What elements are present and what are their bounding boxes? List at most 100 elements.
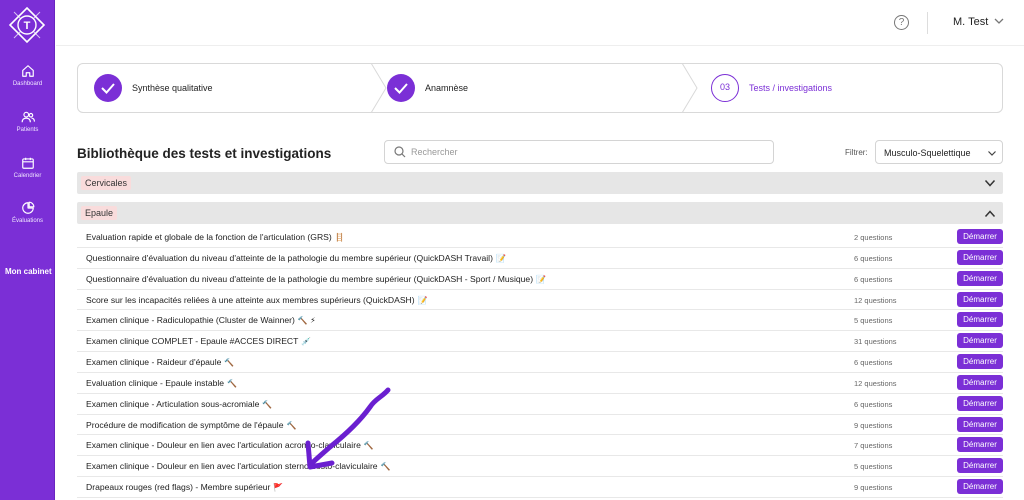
question-count: 6 questions xyxy=(854,358,893,368)
search-box[interactable] xyxy=(384,140,774,164)
step-label: Anamnèse xyxy=(425,83,469,93)
sidebar-item-evaluations[interactable]: Évaluations xyxy=(0,201,55,224)
question-count: 12 questions xyxy=(854,378,897,388)
start-button[interactable]: Démarrer xyxy=(957,270,1003,286)
category-header-cervicales[interactable]: Cervicales xyxy=(77,172,1003,194)
sidebar-item-mon-cabinet[interactable]: Mon cabinet xyxy=(5,267,52,276)
category-tag: Epaule xyxy=(81,206,118,220)
test-name: Examen clinique COMPLET - Epaule #ACCES … xyxy=(86,336,312,347)
page-title: Bibliothèque des tests et investigations xyxy=(77,146,332,161)
home-icon xyxy=(21,65,34,77)
hammer-icon: 🔨 xyxy=(227,378,238,388)
step-done-marker xyxy=(387,74,415,102)
test-name: Questionnaire d'évaluation du niveau d'a… xyxy=(86,273,547,284)
step-label: Synthèse qualitative xyxy=(132,83,213,93)
hammer-icon: 🔨 xyxy=(286,420,297,430)
sidebar-item-patients[interactable]: Patients xyxy=(0,110,55,133)
start-button[interactable]: Démarrer xyxy=(957,374,1003,390)
filter-label: Filtrer: xyxy=(845,148,868,157)
test-name: Examen clinique - Raideur d'épaule 🔨 xyxy=(86,357,235,368)
start-button[interactable]: Démarrer xyxy=(957,291,1003,307)
test-row: Examen clinique - Articulation sous-acro… xyxy=(77,394,1003,415)
step-label: Tests / investigations xyxy=(749,83,833,93)
chevron-down-icon xyxy=(984,179,996,187)
hammer-icon: 🔨 xyxy=(224,358,235,368)
start-button[interactable]: Démarrer xyxy=(957,458,1003,474)
ladder-icon: 🪜 xyxy=(334,233,345,242)
sidebar: T Dashboard Patients Calendrier Évaluati… xyxy=(0,0,55,500)
step-number: 03 xyxy=(711,74,739,102)
test-row: Evaluation rapide et globale de la fonct… xyxy=(77,227,1003,248)
sidebar-item-dashboard[interactable]: Dashboard xyxy=(0,64,55,87)
test-row: Evaluation clinique - Epaule instable 🔨 12… xyxy=(77,373,1003,394)
step-tests-investigations[interactable]: 03 Tests / investigations xyxy=(708,64,1002,112)
test-name: Evaluation clinique - Epaule instable 🔨 xyxy=(86,377,238,388)
start-button[interactable]: Démarrer xyxy=(957,312,1003,328)
help-icon[interactable]: ? xyxy=(894,15,909,30)
test-row: Examen clinique COMPLET - Epaule #ACCES … xyxy=(77,331,1003,353)
progress-stepper: Synthèse qualitative Anamnèse 03 Tests /… xyxy=(77,63,1003,113)
filter-value: Musculo-Squelettique xyxy=(884,148,971,158)
start-button[interactable]: Démarrer xyxy=(957,333,1003,349)
red-flag-icon: 🚩 xyxy=(273,483,284,493)
start-button[interactable]: Démarrer xyxy=(957,479,1003,495)
sidebar-item-calendrier[interactable]: Calendrier xyxy=(0,156,55,179)
syringe-icon: 💉 xyxy=(301,337,312,347)
start-button[interactable]: Démarrer xyxy=(957,229,1003,244)
filter-select[interactable]: Musculo-Squelettique xyxy=(875,140,1003,164)
test-name: Procédure de modification de symptôme de… xyxy=(86,419,297,430)
test-row: Score sur les incapacités reliées à une … xyxy=(77,290,1003,311)
logo-icon: T xyxy=(8,6,46,44)
step-synthese-qualitative[interactable]: Synthèse qualitative xyxy=(78,64,378,112)
category-tag: Cervicales xyxy=(81,176,132,190)
start-button[interactable]: Démarrer xyxy=(957,395,1003,411)
hammer-lightning-icon: 🔨 ⚡ xyxy=(297,316,316,326)
chevron-down-icon[interactable] xyxy=(993,15,1005,27)
users-icon xyxy=(21,111,35,123)
start-button[interactable]: Démarrer xyxy=(957,249,1003,265)
question-count: 12 questions xyxy=(854,295,897,305)
step-done-marker xyxy=(94,74,122,102)
category-header-epaule[interactable]: Epaule xyxy=(77,202,1003,224)
test-name: Examen clinique - Radiculopathie (Cluste… xyxy=(86,315,316,326)
memo-icon: 📝 xyxy=(536,274,547,284)
question-count: 6 questions xyxy=(854,274,893,284)
sidebar-item-label: Calendrier xyxy=(13,173,42,179)
test-row: Procédure de modification de symptôme de… xyxy=(77,415,1003,436)
question-count: 5 questions xyxy=(854,316,893,326)
check-icon xyxy=(394,83,408,94)
memo-icon: 📝 xyxy=(495,253,506,263)
test-row: Examen clinique - Douleur en lien avec l… xyxy=(77,456,1003,478)
user-menu-name[interactable]: M. Test xyxy=(953,16,988,28)
hammer-icon: 🔨 xyxy=(262,399,273,409)
test-row: Drapeaux rouges (red flags) - Membre sup… xyxy=(77,477,1003,498)
question-count: 9 questions xyxy=(854,420,893,430)
question-count: 5 questions xyxy=(854,462,893,472)
test-list: Evaluation rapide et globale de la fonct… xyxy=(77,227,1003,498)
test-name: Score sur les incapacités reliées à une … xyxy=(86,294,428,305)
test-row: Questionnaire d'évaluation du niveau d'a… xyxy=(77,269,1003,290)
start-button[interactable]: Démarrer xyxy=(957,437,1003,453)
calendar-icon xyxy=(21,157,34,169)
memo-icon: 📝 xyxy=(417,295,428,305)
start-button[interactable]: Démarrer xyxy=(957,354,1003,370)
check-icon xyxy=(101,83,115,94)
search-input[interactable] xyxy=(411,144,761,160)
svg-text:T: T xyxy=(24,20,31,32)
sidebar-item-label: Dashboard xyxy=(12,81,43,87)
start-button[interactable]: Démarrer xyxy=(957,416,1003,432)
question-count: 7 questions xyxy=(854,441,893,451)
question-count: 6 questions xyxy=(854,399,893,409)
step-anamnese[interactable]: Anamnèse xyxy=(383,64,683,112)
test-row: Examen clinique - Douleur en lien avec l… xyxy=(77,435,1003,457)
chevron-down-icon xyxy=(988,151,996,156)
question-count: 2 questions xyxy=(854,233,893,242)
test-row: Examen clinique - Radiculopathie (Cluste… xyxy=(77,310,1003,332)
pie-chart-icon xyxy=(21,201,34,214)
question-count: 31 questions xyxy=(854,337,897,347)
test-row: Questionnaire d'évaluation du niveau d'a… xyxy=(77,248,1003,269)
chevron-up-icon xyxy=(984,210,996,218)
test-name: Drapeaux rouges (red flags) - Membre sup… xyxy=(86,482,284,493)
divider xyxy=(927,12,928,34)
app-logo[interactable]: T xyxy=(8,6,46,44)
